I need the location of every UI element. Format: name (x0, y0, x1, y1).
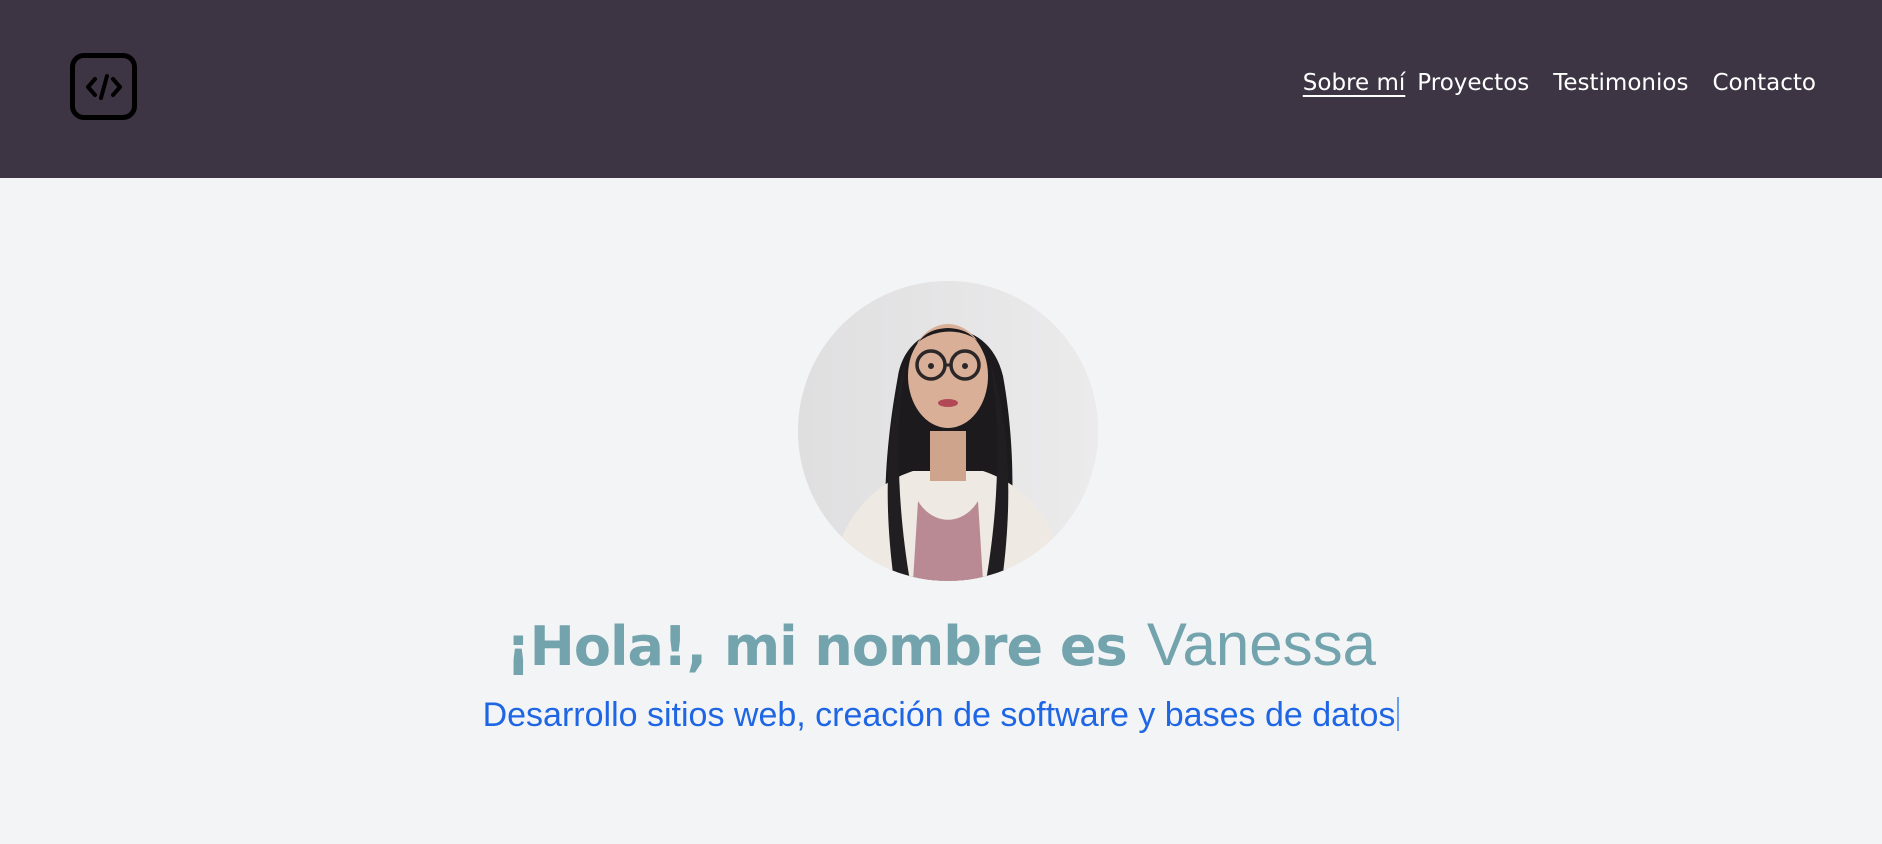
hero-heading: ¡Hola!, mi nombre es Vanessa (0, 610, 1882, 679)
profile-photo (798, 281, 1098, 581)
nav-link-projects[interactable]: Proyectos (1417, 72, 1529, 95)
portrait-illustration (798, 281, 1098, 581)
hero-subtitle: Desarrollo sitios web, creación de softw… (0, 696, 1882, 735)
nav-link-about[interactable]: Sobre mí (1303, 72, 1405, 95)
top-navigation-bar: Sobre mí Proyectos Testimonios Contacto (0, 0, 1882, 178)
hero-section: ¡Hola!, mi nombre es Vanessa Desarrollo … (0, 178, 1882, 844)
typewriter-text: Desarrollo sitios web, creación de softw… (482, 696, 1396, 734)
code-logo-icon[interactable] (70, 53, 137, 120)
main-nav: Sobre mí Proyectos Testimonios Contacto (1303, 72, 1816, 95)
nav-link-contact[interactable]: Contacto (1712, 72, 1816, 95)
hero-greeting: ¡Hola!, mi nombre es (506, 615, 1128, 678)
nav-link-testimonials[interactable]: Testimonios (1553, 72, 1688, 95)
hero-name: Vanessa (1146, 611, 1376, 678)
typing-cursor (1397, 697, 1400, 731)
